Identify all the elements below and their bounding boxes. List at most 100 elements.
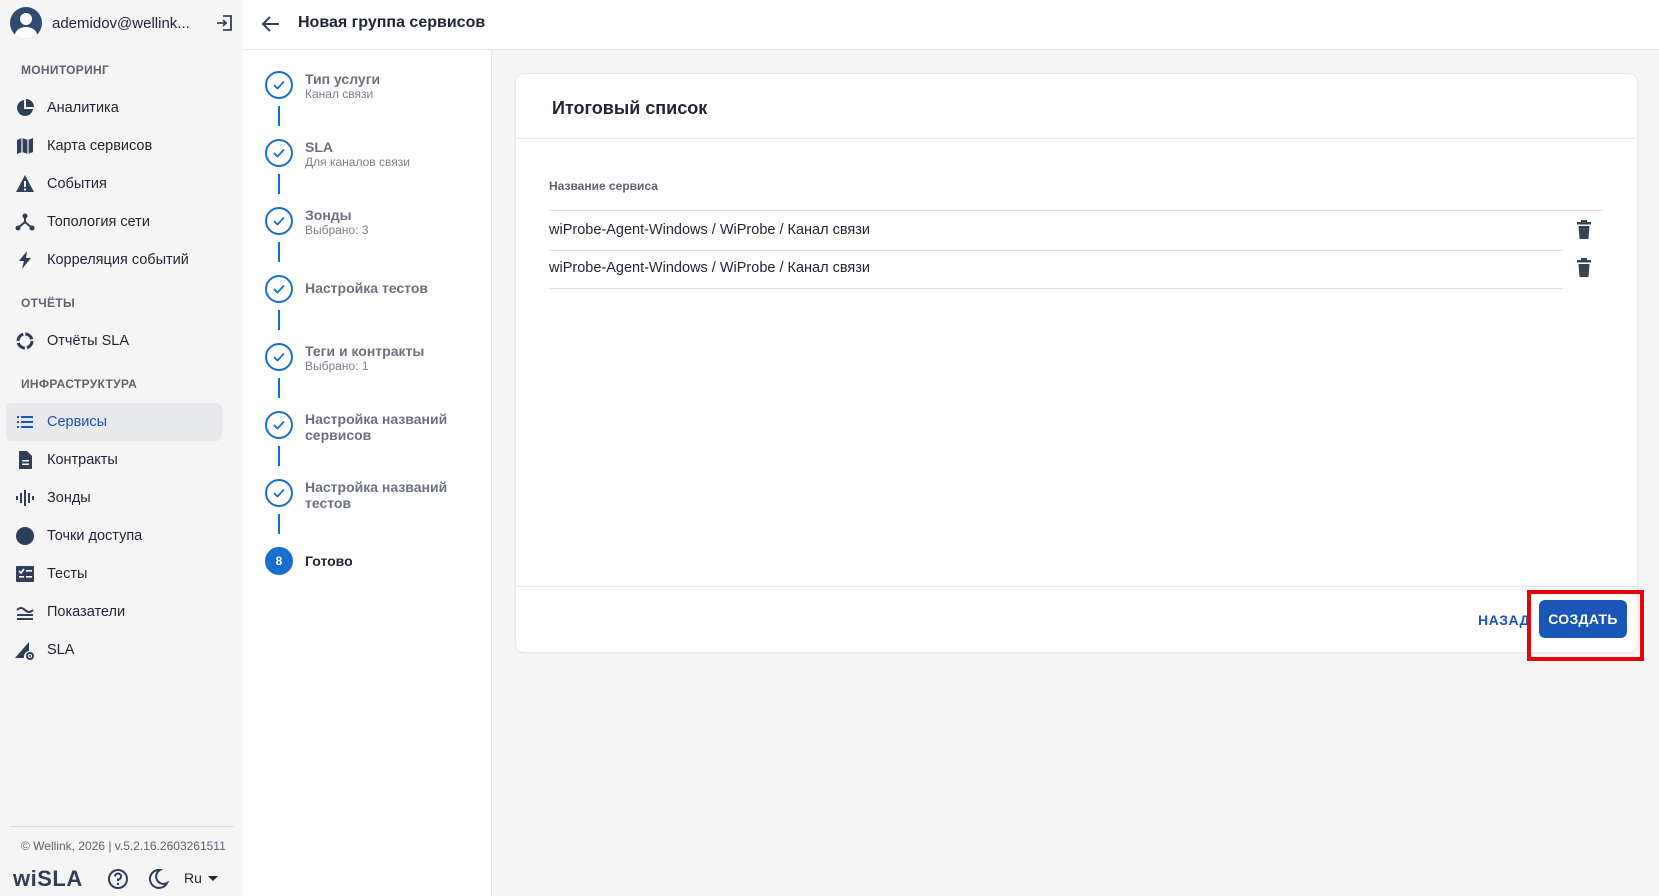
sidebar-item-access-points[interactable]: Точки доступа [6,517,222,555]
card-divider [516,138,1637,139]
sidebar-item-label: События [47,176,107,192]
step-connector [278,446,280,466]
sidebar-item-label: Зонды [47,490,91,506]
step-title: Тип услуги [305,71,381,87]
sidebar-item-tests[interactable]: Тесты [6,555,222,593]
check-circle-icon [265,479,293,507]
user-row[interactable]: ademidov@wellink... [10,6,235,40]
sidebar-item-label: Точки доступа [47,528,143,544]
stepper: Тип услуги Канал связи SLA Для каналов с… [243,50,492,896]
back-arrow-icon[interactable] [260,13,282,35]
checklist-icon [14,563,36,585]
step-title: Настройка названий тестов [305,479,448,511]
step-connector [278,310,280,330]
list-icon [14,411,36,433]
probe-icon [14,487,36,509]
row-divider [549,288,1563,289]
circle-icon [14,525,36,547]
summary-card: Итоговый список Название сервиса wiProbe… [516,74,1637,652]
step-title: Настройка тестов [305,280,429,296]
back-button[interactable]: НАЗАД [1478,612,1530,628]
step-subtitle: Выбрано: 1 [305,359,369,373]
card-title: Итоговый список [552,98,708,118]
sidebar-item-label: Контракты [47,452,118,468]
step-connector [278,174,280,194]
step-connector [278,514,280,534]
sidebar-item-label: SLA [47,642,75,658]
sidebar-item-metrics[interactable]: Показатели [6,593,222,631]
step-connector [278,242,280,262]
section-title-reports: ОТЧЁТЫ [21,296,76,310]
sidebar-item-sla-reports[interactable]: Отчёты SLA [6,322,222,360]
sidebar: ademidov@wellink... МОНИТОРИНГ Аналитика… [0,0,243,896]
avatar[interactable] [10,7,42,39]
map-icon [14,135,36,157]
warning-icon [14,173,36,195]
check-circle-icon [265,275,293,303]
sidebar-item-topology[interactable]: Топология сети [6,203,222,241]
metrics-icon [14,601,36,623]
pie-chart-icon [14,97,36,119]
step-title: Теги и контракты [305,343,425,359]
moon-icon[interactable] [147,868,169,890]
sidebar-item-label: Топология сети [47,214,150,230]
trash-icon[interactable] [1575,220,1593,240]
service-name: wiProbe-Agent-Windows / WiProbe / Канал … [549,222,870,238]
step-title: Настройка названий сервисов [305,411,448,443]
logout-icon[interactable] [215,13,235,33]
step-title: Готово [305,553,353,569]
sidebar-item-service-map[interactable]: Карта сервисов [6,127,222,165]
document-icon [14,449,36,471]
step-connector [278,106,280,126]
page-title: Новая группа сервисов [298,14,486,31]
lightning-icon [14,249,36,271]
ring-chart-icon [14,330,36,352]
step-number: 8 [265,547,293,575]
check-circle-icon [265,207,293,235]
caret-down-icon [207,875,218,881]
sidebar-item-event-correlation[interactable]: Корреляция событий [6,241,222,279]
sidebar-item-analytics[interactable]: Аналитика [6,89,222,127]
table-row: wiProbe-Agent-Windows / WiProbe / Канал … [549,249,1603,289]
section-title-monitoring: МОНИТОРИНГ [21,63,110,77]
step-subtitle: Канал связи [305,87,374,101]
user-name: ademidov@wellink... [52,14,190,32]
sidebar-item-label: Аналитика [47,100,119,116]
sidebar-item-contracts[interactable]: Контракты [6,441,222,479]
card-footer-divider [516,586,1637,587]
sidebar-item-label: Отчёты SLA [47,333,130,349]
sidebar-item-label: Показатели [47,604,126,620]
step-subtitle: Для каналов связи [305,155,410,169]
check-circle-icon [265,411,293,439]
topology-icon [14,211,36,233]
sidebar-item-label: Корреляция событий [47,252,189,268]
sidebar-item-label: Карта сервисов [47,138,153,154]
service-name: wiProbe-Agent-Windows / WiProbe / Канал … [549,260,870,276]
step-title: Зонды [305,207,352,223]
language-select[interactable]: Ru [184,870,218,886]
check-circle-icon [265,71,293,99]
create-button[interactable]: СОЗДАТЬ [1539,600,1627,638]
help-icon[interactable] [107,868,129,890]
step-title: SLA [305,139,333,155]
step-connector [278,378,280,398]
copyright: © Wellink, 2026 | v.5.2.16.2603261511 [21,839,226,853]
sidebar-item-events[interactable]: События [6,165,222,203]
check-circle-icon [265,343,293,371]
sidebar-item-label: Тесты [47,566,88,582]
trash-icon[interactable] [1575,258,1593,278]
sidebar-item-services[interactable]: Сервисы [6,403,222,441]
table-row: wiProbe-Agent-Windows / WiProbe / Канал … [549,211,1603,251]
sidebar-item-label: Сервисы [47,414,108,430]
section-title-infrastructure: ИНФРАСТРУКТУРА [21,377,138,391]
sla-settings-icon [14,639,36,661]
language-value: Ru [184,870,202,886]
step-subtitle: Выбрано: 3 [305,223,369,237]
sidebar-footer-divider [10,826,234,827]
check-circle-icon [265,139,293,167]
sidebar-item-sla[interactable]: SLA [6,631,222,669]
header: Новая группа сервисов [243,0,1659,50]
column-header-service-name: Название сервиса [549,179,658,193]
sidebar-item-probes[interactable]: Зонды [6,479,222,517]
wisla-logo: wiSLA [13,866,83,891]
